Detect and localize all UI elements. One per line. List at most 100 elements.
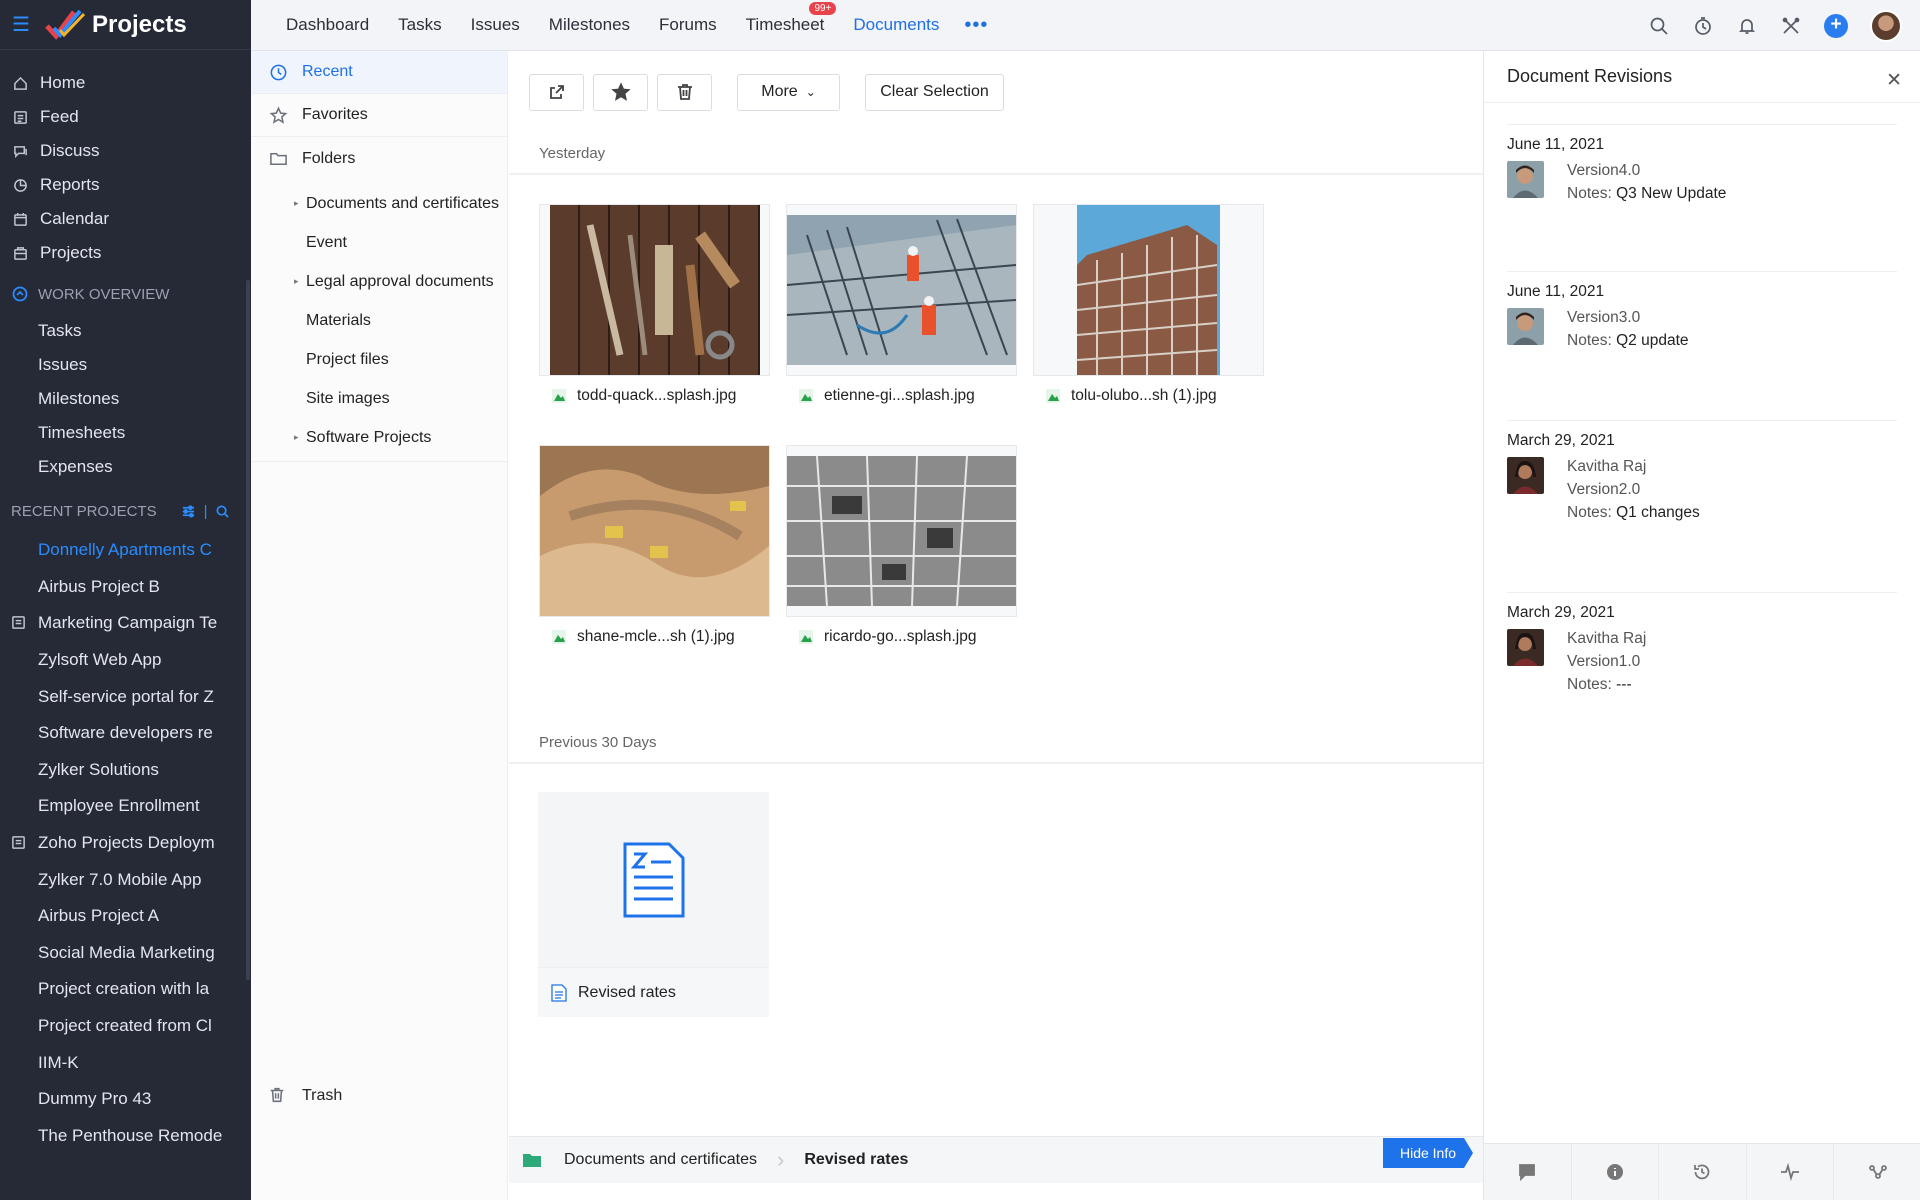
folder-favorites[interactable]: Favorites: [251, 94, 507, 137]
tab-dashboard[interactable]: Dashboard: [286, 15, 369, 35]
recent-project-item[interactable]: Software developers re: [0, 715, 222, 752]
subfolder-item[interactable]: Project files: [251, 340, 507, 379]
delete-button[interactable]: [657, 73, 712, 111]
sidebar-scrollbar[interactable]: [246, 280, 250, 980]
tab-forums[interactable]: Forums: [659, 15, 717, 35]
tab-timesheet[interactable]: Timesheet 99+: [745, 2, 837, 35]
tools-icon[interactable]: [1780, 15, 1802, 37]
subfolder-item[interactable]: ▸ Legal approval documents: [251, 262, 507, 301]
file-card[interactable]: ricardo-go...splash.jpg: [786, 445, 1017, 657]
more-tabs-button[interactable]: •••: [964, 14, 988, 37]
sidebar-item-milestones[interactable]: Milestones: [0, 382, 251, 416]
recent-project-item[interactable]: Zylsoft Web App: [0, 642, 222, 679]
sidebar-item-label: Feed: [40, 107, 79, 126]
file-card[interactable]: etienne-gi...splash.jpg: [786, 204, 1017, 416]
comments-tab[interactable]: [1484, 1144, 1572, 1200]
tab-milestones[interactable]: Milestones: [549, 15, 630, 35]
search-icon[interactable]: [215, 504, 230, 519]
favorite-button[interactable]: [593, 73, 648, 111]
recent-project-item[interactable]: Social Media Marketing: [0, 935, 222, 972]
document-thumbnail[interactable]: [538, 792, 769, 967]
revision-author: Kavitha Raj: [1567, 630, 1647, 647]
recent-project-item[interactable]: Zoho Projects Deploym: [0, 825, 222, 862]
subfolder-item[interactable]: Materials: [251, 301, 507, 340]
file-card[interactable]: shane-mcle...sh (1).jpg: [539, 445, 770, 657]
tab-label: Timesheet: [745, 15, 825, 34]
sidebar-item-reports[interactable]: Reports: [0, 168, 251, 202]
expand-caret-icon[interactable]: ▸: [294, 432, 299, 443]
revision-item[interactable]: March 29, 2021 Kavitha Raj Version2.0 No…: [1507, 421, 1897, 593]
recent-project-item[interactable]: The Penthouse Remode: [0, 1118, 222, 1155]
timer-icon[interactable]: [1692, 15, 1714, 37]
bell-icon[interactable]: [1736, 15, 1758, 37]
revision-item[interactable]: March 29, 2021 Kavitha Raj Version1.0 No…: [1507, 593, 1897, 693]
recent-project-item[interactable]: IIM-K: [0, 1044, 222, 1081]
file-thumbnail[interactable]: [539, 445, 770, 617]
revision-date: March 29, 2021: [1507, 432, 1615, 449]
filter-icon[interactable]: [181, 504, 196, 519]
hamburger-menu-icon[interactable]: ☰: [12, 12, 34, 37]
revision-item[interactable]: June 11, 2021 Version4.0 Notes: Q3 New U…: [1507, 124, 1897, 272]
tab-issues[interactable]: Issues: [471, 15, 520, 35]
subfolder-item[interactable]: Site images: [251, 379, 507, 418]
sidebar-item-feed[interactable]: Feed: [0, 100, 251, 134]
work-overview-section[interactable]: WORK OVERVIEW: [0, 274, 251, 314]
subfolder-item[interactable]: ▸ Software Projects: [251, 418, 507, 457]
user-avatar[interactable]: [1870, 9, 1902, 42]
recent-project-label: Marketing Campaign Te: [38, 613, 218, 633]
search-icon[interactable]: [1648, 15, 1670, 37]
sidebar-item-home[interactable]: Home: [0, 66, 251, 100]
subfolder-item[interactable]: Event: [251, 223, 507, 262]
sidebar-item-tasks[interactable]: Tasks: [0, 314, 251, 348]
recent-project-item[interactable]: Dummy Pro 43: [0, 1081, 222, 1118]
recent-project-item[interactable]: Self-service portal for Z: [0, 678, 222, 715]
file-thumbnail[interactable]: [786, 204, 1017, 376]
file-card[interactable]: tolu-olubo...sh (1).jpg: [1033, 204, 1264, 416]
recent-project-item[interactable]: Marketing Campaign Te: [0, 605, 222, 642]
file-thumbnail[interactable]: [1033, 204, 1264, 376]
tab-documents[interactable]: Documents: [853, 15, 939, 35]
recent-project-item[interactable]: Donnelly Apartments C: [0, 532, 222, 569]
recent-project-item[interactable]: Zylker 7.0 Mobile App: [0, 861, 222, 898]
file-card[interactable]: todd-quack...splash.jpg: [539, 204, 770, 416]
sidebar-item-projects[interactable]: Projects: [0, 236, 251, 270]
file-thumbnail[interactable]: [539, 204, 770, 376]
revision-item[interactable]: June 11, 2021 Version3.0 Notes: Q2 updat…: [1507, 272, 1897, 421]
add-new-button[interactable]: +: [1824, 13, 1848, 38]
expand-caret-icon[interactable]: ▸: [294, 276, 299, 287]
sidebar-item-issues[interactable]: Issues: [0, 348, 251, 382]
folder-recent[interactable]: Recent: [251, 51, 507, 94]
document-card[interactable]: Revised rates: [538, 792, 769, 1017]
folder-trash[interactable]: Trash: [268, 1086, 342, 1106]
sidebar-item-calendar[interactable]: Calendar: [0, 202, 251, 236]
home-icon: [12, 75, 28, 91]
info-tab[interactable]: [1572, 1144, 1660, 1200]
recent-project-item[interactable]: Airbus Project A: [0, 898, 222, 935]
subfolder-item[interactable]: ▸ Documents and certificates: [251, 184, 507, 223]
recent-project-item[interactable]: Airbus Project B: [0, 569, 222, 606]
comment-icon: [1519, 1164, 1536, 1182]
recent-project-item[interactable]: Project creation with la: [0, 971, 222, 1008]
recent-project-item[interactable]: Project created from Cl: [0, 1008, 222, 1045]
tab-tasks[interactable]: Tasks: [398, 15, 441, 35]
breadcrumb-folder-link[interactable]: Documents and certificates: [564, 1151, 757, 1169]
share-button[interactable]: [529, 73, 584, 111]
workflow-tab[interactable]: [1834, 1144, 1920, 1200]
expand-caret-icon[interactable]: ▸: [294, 198, 299, 209]
hide-info-button[interactable]: Hide Info: [1383, 1138, 1473, 1168]
recent-project-item[interactable]: Employee Enrollment: [0, 788, 222, 825]
sidebar-item-timesheets[interactable]: Timesheets: [0, 416, 251, 450]
more-dropdown[interactable]: More ⌄: [737, 73, 840, 111]
image-file-icon: [551, 388, 567, 404]
writer-document-icon: [623, 842, 684, 917]
clear-selection-button[interactable]: Clear Selection: [865, 73, 1004, 111]
sidebar-item-expenses[interactable]: Expenses: [0, 450, 251, 484]
close-icon[interactable]: ✕: [1886, 69, 1902, 92]
file-thumbnail[interactable]: [786, 445, 1017, 617]
activity-tab[interactable]: [1747, 1144, 1835, 1200]
revisions-tab[interactable]: [1659, 1144, 1747, 1200]
recent-project-item[interactable]: Zylker Solutions: [0, 752, 222, 789]
sidebar-item-discuss[interactable]: Discuss: [0, 134, 251, 168]
folder-folders[interactable]: Folders: [251, 137, 507, 180]
folder-label: Favorites: [302, 106, 368, 123]
